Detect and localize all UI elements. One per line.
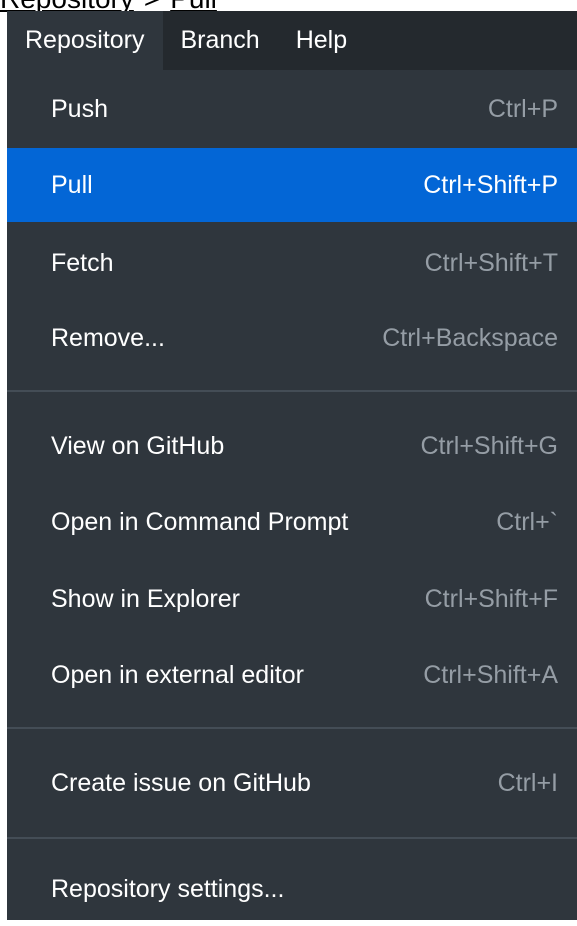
menu-item-pull[interactable]: Pull Ctrl+Shift+P [7,148,577,222]
menu-item-label: Open in external editor [51,660,304,689]
menu-item-shortcut: Ctrl+Shift+P [423,170,558,199]
menu-item-label: Pull [51,170,93,199]
menu-item-label: Show in Explorer [51,584,240,613]
menubar-help[interactable]: Help [278,11,365,70]
menu-item-remove[interactable]: Remove... Ctrl+Backspace [7,301,577,375]
menu-item-create-issue-on-github[interactable]: Create issue on GitHub Ctrl+I [7,746,577,820]
repository-menu: Push Ctrl+P Pull Ctrl+Shift+P Fetch Ctrl… [7,70,577,920]
menubar-repository[interactable]: Repository [7,11,163,70]
menu-item-label: View on GitHub [51,431,225,460]
menu-separator [7,727,577,729]
menu-item-fetch[interactable]: Fetch Ctrl+Shift+T [7,226,577,300]
menu-item-shortcut: Ctrl+Shift+F [424,584,558,613]
menu-item-shortcut: Ctrl+Shift+T [424,248,558,277]
menu-item-shortcut: Ctrl+I [497,768,558,797]
menu-item-shortcut: Ctrl+P [487,94,558,123]
menu-item-label: Remove... [51,323,165,352]
menu-item-show-in-explorer[interactable]: Show in Explorer Ctrl+Shift+F [7,562,577,636]
menu-item-shortcut: Ctrl+Shift+G [420,431,558,460]
menu-item-repository-settings[interactable]: Repository settings... [7,852,577,926]
menu-item-label: Open in Command Prompt [51,507,349,536]
menubar-branch[interactable]: Branch [163,11,278,70]
menu-item-shortcut: Ctrl+` [496,507,558,536]
menu-item-label: Repository settings... [51,874,285,903]
menu-separator [7,390,577,392]
menu-item-view-on-github[interactable]: View on GitHub Ctrl+Shift+G [7,409,577,483]
menu-item-push[interactable]: Push Ctrl+P [7,72,577,146]
menu-item-shortcut: Ctrl+Backspace [382,323,558,352]
menu-separator [7,837,577,839]
menu-item-open-in-external-editor[interactable]: Open in external editor Ctrl+Shift+A [7,638,577,712]
menu-item-label: Push [51,94,108,123]
menu-item-shortcut: Ctrl+Shift+A [423,660,558,689]
menu-item-label: Fetch [51,248,114,277]
menu-item-label: Create issue on GitHub [51,768,311,797]
menu-bar: Repository Branch Help [7,11,577,70]
menu-item-open-in-command-prompt[interactable]: Open in Command Prompt Ctrl+` [7,485,577,559]
